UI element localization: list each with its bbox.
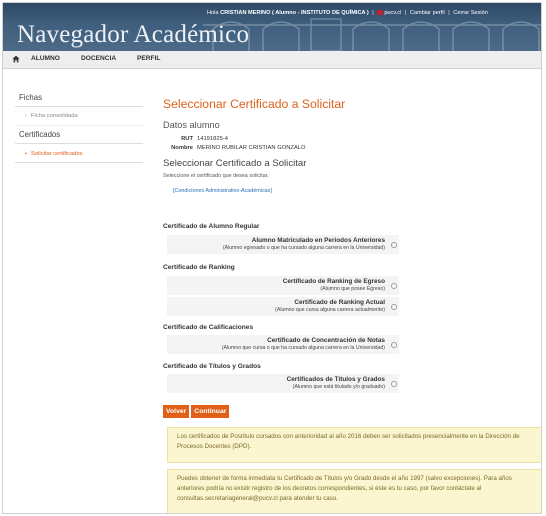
- nombre-value: MERINO RUBILAR CRISTIAN GONZALO: [197, 145, 306, 151]
- rut-label: RUT: [181, 136, 193, 142]
- logout-link[interactable]: Cerrar Sesión: [453, 10, 488, 16]
- conditions-link[interactable]: [Condiciones Administrativo-Académicas]: [173, 188, 537, 194]
- pucv-logo-icon: [377, 10, 384, 15]
- sidebar-item-solicitar-certificados[interactable]: • Solicitar certificados: [15, 143, 143, 163]
- category-title: Certificado de Alumno Regular: [163, 223, 260, 230]
- option-name: Certificados de Títulos y Grados: [286, 376, 385, 383]
- main-content: Seleccionar Certificado a Solicitar Dato…: [163, 97, 537, 194]
- option-desc: (Alumno que posee Egreso): [320, 286, 385, 292]
- radio-button[interactable]: [391, 304, 397, 310]
- category-calificaciones: Certificado de Calificaciones Certificad…: [163, 324, 399, 354]
- option-desc: (Alumno que cursa alguna carrera actualm…: [275, 307, 385, 313]
- greeting-prefix: Hola: [207, 10, 219, 16]
- option-name: Certificado de Ranking Actual: [294, 299, 385, 306]
- cert-option-titulos-grados[interactable]: Certificados de Títulos y Grados (Alumno…: [167, 374, 399, 393]
- nav-item-docencia[interactable]: DOCENCIA: [81, 55, 116, 62]
- rut-value: 14191825-4: [197, 136, 228, 142]
- cert-option-periodos-anteriores[interactable]: Alumno Matriculado en Periodos Anteriore…: [167, 235, 399, 254]
- option-desc: (Alumno que cursa o que ha cursado algun…: [221, 345, 385, 351]
- header-banner: Hola CRISTIAN MERINO ( Alumno - INSTITUT…: [3, 3, 541, 51]
- sidebar-item-ficha-consolidada[interactable]: › Ficha consolidada: [15, 107, 143, 126]
- sidebar-section-certificados: Certificados: [19, 130, 61, 139]
- cert-option-concentracion-notas[interactable]: Certificado de Concentración de Notas (A…: [167, 335, 399, 354]
- option-desc: (Alumno que está titulado y/o graduado): [292, 384, 385, 390]
- radio-button[interactable]: [391, 381, 397, 387]
- category-title: Certificado de Ranking: [163, 264, 235, 271]
- option-name: Alumno Matriculado en Periodos Anteriore…: [251, 237, 385, 244]
- option-name: Certificado de Ranking de Egreso: [282, 278, 385, 285]
- student-info: RUT 14191825-4 Nombre MERINO RUBILAR CRI…: [163, 136, 537, 151]
- category-ranking: Certificado de Ranking Certificado de Ra…: [163, 264, 399, 316]
- page-title: Seleccionar Certificado a Solicitar: [163, 97, 346, 111]
- option-desc: (Alumno egresado o que ha cursado alguna…: [222, 245, 385, 251]
- select-certificate-heading: Seleccionar Certificado a Solicitar: [163, 158, 307, 169]
- radio-button[interactable]: [391, 283, 397, 289]
- app-frame: Hola CRISTIAN MERINO ( Alumno - INSTITUT…: [2, 2, 542, 514]
- back-button[interactable]: Volver: [163, 405, 190, 418]
- app-title: Navegador Académico: [17, 21, 250, 48]
- notice-titulos: Puedes obtener de forma inmediata tu Cer…: [167, 469, 541, 513]
- category-title: Certificado de Títulos y Grados: [163, 363, 261, 370]
- nav-item-perfil[interactable]: PERFIL: [137, 55, 160, 62]
- sidebar-item-label: Solicitar certificados: [31, 151, 83, 157]
- bullet-icon: ›: [25, 113, 27, 119]
- cert-option-ranking-actual[interactable]: Certificado de Ranking Actual (Alumno qu…: [167, 297, 399, 316]
- instruction-text: Seleccione el certificado que desea soli…: [163, 173, 269, 179]
- sidebar-item-label: Ficha consolidada: [30, 113, 78, 119]
- nombre-label: Nombre: [171, 145, 193, 151]
- notice-postitulo: Los certificados de Postítulo cursados c…: [167, 427, 541, 463]
- radio-button[interactable]: [391, 242, 397, 248]
- category-title: Certificado de Calificaciones: [163, 324, 254, 331]
- nav-item-alumno[interactable]: ALUMNO: [31, 55, 60, 62]
- user-bar: Hola CRISTIAN MERINO ( Alumno - INSTITUT…: [207, 10, 488, 16]
- category-alumno-regular: Certificado de Alumno Regular Alumno Mat…: [163, 223, 399, 254]
- home-icon[interactable]: [12, 55, 20, 63]
- change-profile-link[interactable]: Cambiar perfil: [410, 10, 445, 16]
- cert-option-ranking-egreso[interactable]: Certificado de Ranking de Egreso (Alumno…: [167, 276, 399, 295]
- radio-button[interactable]: [391, 342, 397, 348]
- user-role: ( Alumno - INSTITUTO DE QUÍMICA ): [271, 10, 369, 16]
- category-titulos-grados: Certificado de Títulos y Grados Certific…: [163, 363, 399, 393]
- top-nav: ALUMNO DOCENCIA PERFIL: [3, 51, 541, 69]
- pucv-link[interactable]: pucv.cl: [384, 10, 401, 16]
- sidebar-section-fichas: Fichas: [15, 89, 143, 107]
- continue-button[interactable]: Continuar: [191, 405, 230, 418]
- action-buttons: Volver Continuar: [163, 405, 230, 418]
- option-name: Certificado de Concentración de Notas: [267, 337, 385, 344]
- user-name: CRISTIAN MERINO: [220, 10, 271, 16]
- building-arches-decoration: [203, 18, 541, 51]
- bullet-icon: •: [25, 151, 28, 157]
- datos-alumno-heading: Datos alumno: [163, 120, 220, 130]
- sidebar: Fichas › Ficha consolidada Certificados •…: [15, 89, 143, 163]
